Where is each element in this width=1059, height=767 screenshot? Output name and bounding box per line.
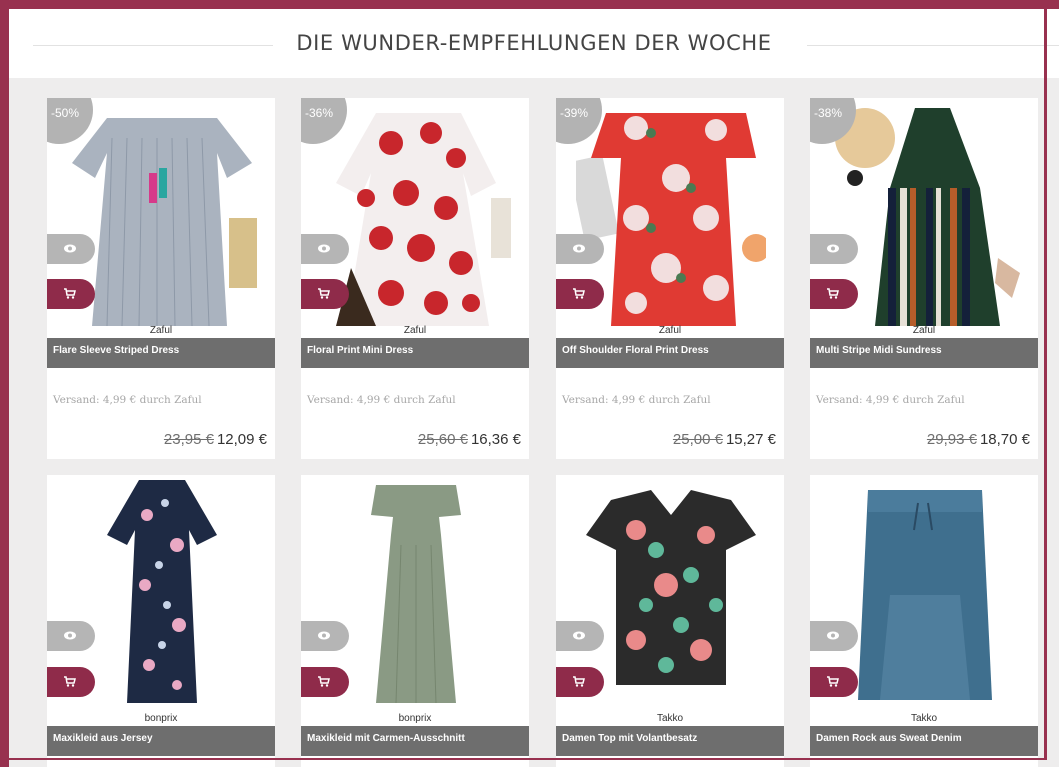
current-price: 15,27 €	[725, 431, 776, 448]
cart-icon	[573, 288, 585, 299]
shipping-info: Versand: 4,99 € durch Zaful	[816, 394, 965, 406]
cart-icon	[318, 676, 330, 687]
cart-icon	[318, 288, 330, 299]
old-price: 25,60 €	[417, 431, 468, 448]
product-name[interactable]: Off Shoulder Floral Print Dress	[562, 345, 709, 356]
product-name[interactable]: Damen Rock aus Sweat Denim	[816, 733, 962, 744]
eye-icon	[827, 631, 839, 640]
product-name[interactable]: Maxikleid mit Carmen-Ausschnitt	[307, 733, 465, 744]
product-image[interactable]: -39%	[556, 98, 784, 326]
eye-icon	[318, 244, 330, 253]
section-title: DIE WUNDER-EMPFEHLUNGEN DER WOCHE	[296, 31, 772, 55]
product-name-bar[interactable]: Flare Sleeve Striped Dress	[47, 338, 275, 368]
quick-view-button[interactable]	[810, 621, 858, 651]
product-card[interactable]: bonprix Maxikleid aus Jersey	[47, 475, 275, 767]
price: 25,00 €15,27 €	[673, 431, 776, 448]
eye-icon	[573, 244, 585, 253]
quick-view-button[interactable]	[301, 621, 349, 651]
quick-view-button[interactable]	[810, 234, 858, 264]
current-price: 12,09 €	[216, 431, 267, 448]
product-brand: bonprix	[398, 713, 432, 724]
add-to-cart-button[interactable]	[810, 667, 858, 697]
product-card[interactable]: -50% Zaful Flare Sleeve Striped Dress Ve…	[47, 98, 275, 459]
product-brand: bonprix	[144, 713, 178, 724]
product-image[interactable]	[556, 475, 784, 703]
add-to-cart-button[interactable]	[810, 279, 858, 309]
quick-view-button[interactable]	[556, 621, 604, 651]
product-brand: Takko	[910, 713, 938, 724]
product-name-bar[interactable]: Maxikleid aus Jersey	[47, 726, 275, 756]
product-name-bar[interactable]: Multi Stripe Midi Sundress	[810, 338, 1038, 368]
product-card[interactable]: bonprix Maxikleid mit Carmen-Ausschnitt	[301, 475, 529, 767]
cart-icon	[64, 676, 76, 687]
product-brand: Zaful	[149, 325, 173, 336]
product-name[interactable]: Floral Print Mini Dress	[307, 345, 413, 356]
cart-icon	[64, 288, 76, 299]
product-image[interactable]	[47, 475, 275, 703]
current-price: 18,70 €	[979, 431, 1030, 448]
old-price: 23,95 €	[163, 431, 214, 448]
product-brand: Zaful	[403, 325, 427, 336]
recommendations-section: DIE WUNDER-EMPFEHLUNGEN DER WOCHE -50% Z…	[0, 0, 1059, 767]
product-image[interactable]	[810, 475, 1038, 703]
add-to-cart-button[interactable]	[556, 279, 604, 309]
section-header: DIE WUNDER-EMPFEHLUNGEN DER WOCHE	[9, 9, 1059, 78]
product-name-bar[interactable]: Damen Top mit Volantbesatz	[556, 726, 784, 756]
add-to-cart-button[interactable]	[301, 667, 349, 697]
product-name[interactable]: Damen Top mit Volantbesatz	[562, 733, 697, 744]
quick-view-button[interactable]	[47, 621, 95, 651]
cart-icon	[827, 676, 839, 687]
product-name[interactable]: Flare Sleeve Striped Dress	[53, 345, 179, 356]
product-image[interactable]: -38%	[810, 98, 1038, 326]
add-to-cart-button[interactable]	[47, 279, 95, 309]
product-brand: Zaful	[912, 325, 936, 336]
product-card[interactable]: Takko Damen Top mit Volantbesatz	[556, 475, 784, 767]
product-name-bar[interactable]: Off Shoulder Floral Print Dress	[556, 338, 784, 368]
cart-icon	[827, 288, 839, 299]
eye-icon	[318, 631, 330, 640]
quick-view-button[interactable]	[47, 234, 95, 264]
eye-icon	[64, 631, 76, 640]
product-card[interactable]: Takko Damen Rock aus Sweat Denim	[810, 475, 1038, 767]
eye-icon	[827, 244, 839, 253]
price: 29,93 €18,70 €	[927, 431, 1030, 448]
add-to-cart-button[interactable]	[47, 667, 95, 697]
cart-icon	[573, 676, 585, 687]
product-card[interactable]: -36% Zaful Floral Print Mini Dress Versa…	[301, 98, 529, 459]
old-price: 29,93 €	[926, 431, 977, 448]
product-card[interactable]: -38% Zaful Multi Stripe Midi Sundress Ve…	[810, 98, 1038, 459]
old-price: 25,00 €	[672, 431, 723, 448]
add-to-cart-button[interactable]	[301, 279, 349, 309]
add-to-cart-button[interactable]	[556, 667, 604, 697]
current-price: 16,36 €	[470, 431, 521, 448]
product-image[interactable]	[301, 475, 529, 703]
product-name[interactable]: Maxikleid aus Jersey	[53, 733, 153, 744]
product-name[interactable]: Multi Stripe Midi Sundress	[816, 345, 942, 356]
eye-icon	[64, 244, 76, 253]
shipping-info: Versand: 4,99 € durch Zaful	[562, 394, 711, 406]
quick-view-button[interactable]	[301, 234, 349, 264]
quick-view-button[interactable]	[556, 234, 604, 264]
product-name-bar[interactable]: Damen Rock aus Sweat Denim	[810, 726, 1038, 756]
product-image[interactable]: -36%	[301, 98, 529, 326]
price: 25,60 €16,36 €	[418, 431, 521, 448]
product-brand: Zaful	[658, 325, 682, 336]
price: 23,95 €12,09 €	[164, 431, 267, 448]
shipping-info: Versand: 4,99 € durch Zaful	[307, 394, 456, 406]
product-brand: Takko	[656, 713, 684, 724]
product-name-bar[interactable]: Maxikleid mit Carmen-Ausschnitt	[301, 726, 529, 756]
shipping-info: Versand: 4,99 € durch Zaful	[53, 394, 202, 406]
product-image[interactable]: -50%	[47, 98, 275, 326]
product-name-bar[interactable]: Floral Print Mini Dress	[301, 338, 529, 368]
eye-icon	[573, 631, 585, 640]
product-card[interactable]: -39% Zaful Off Shoulder Floral Print Dre…	[556, 98, 784, 459]
